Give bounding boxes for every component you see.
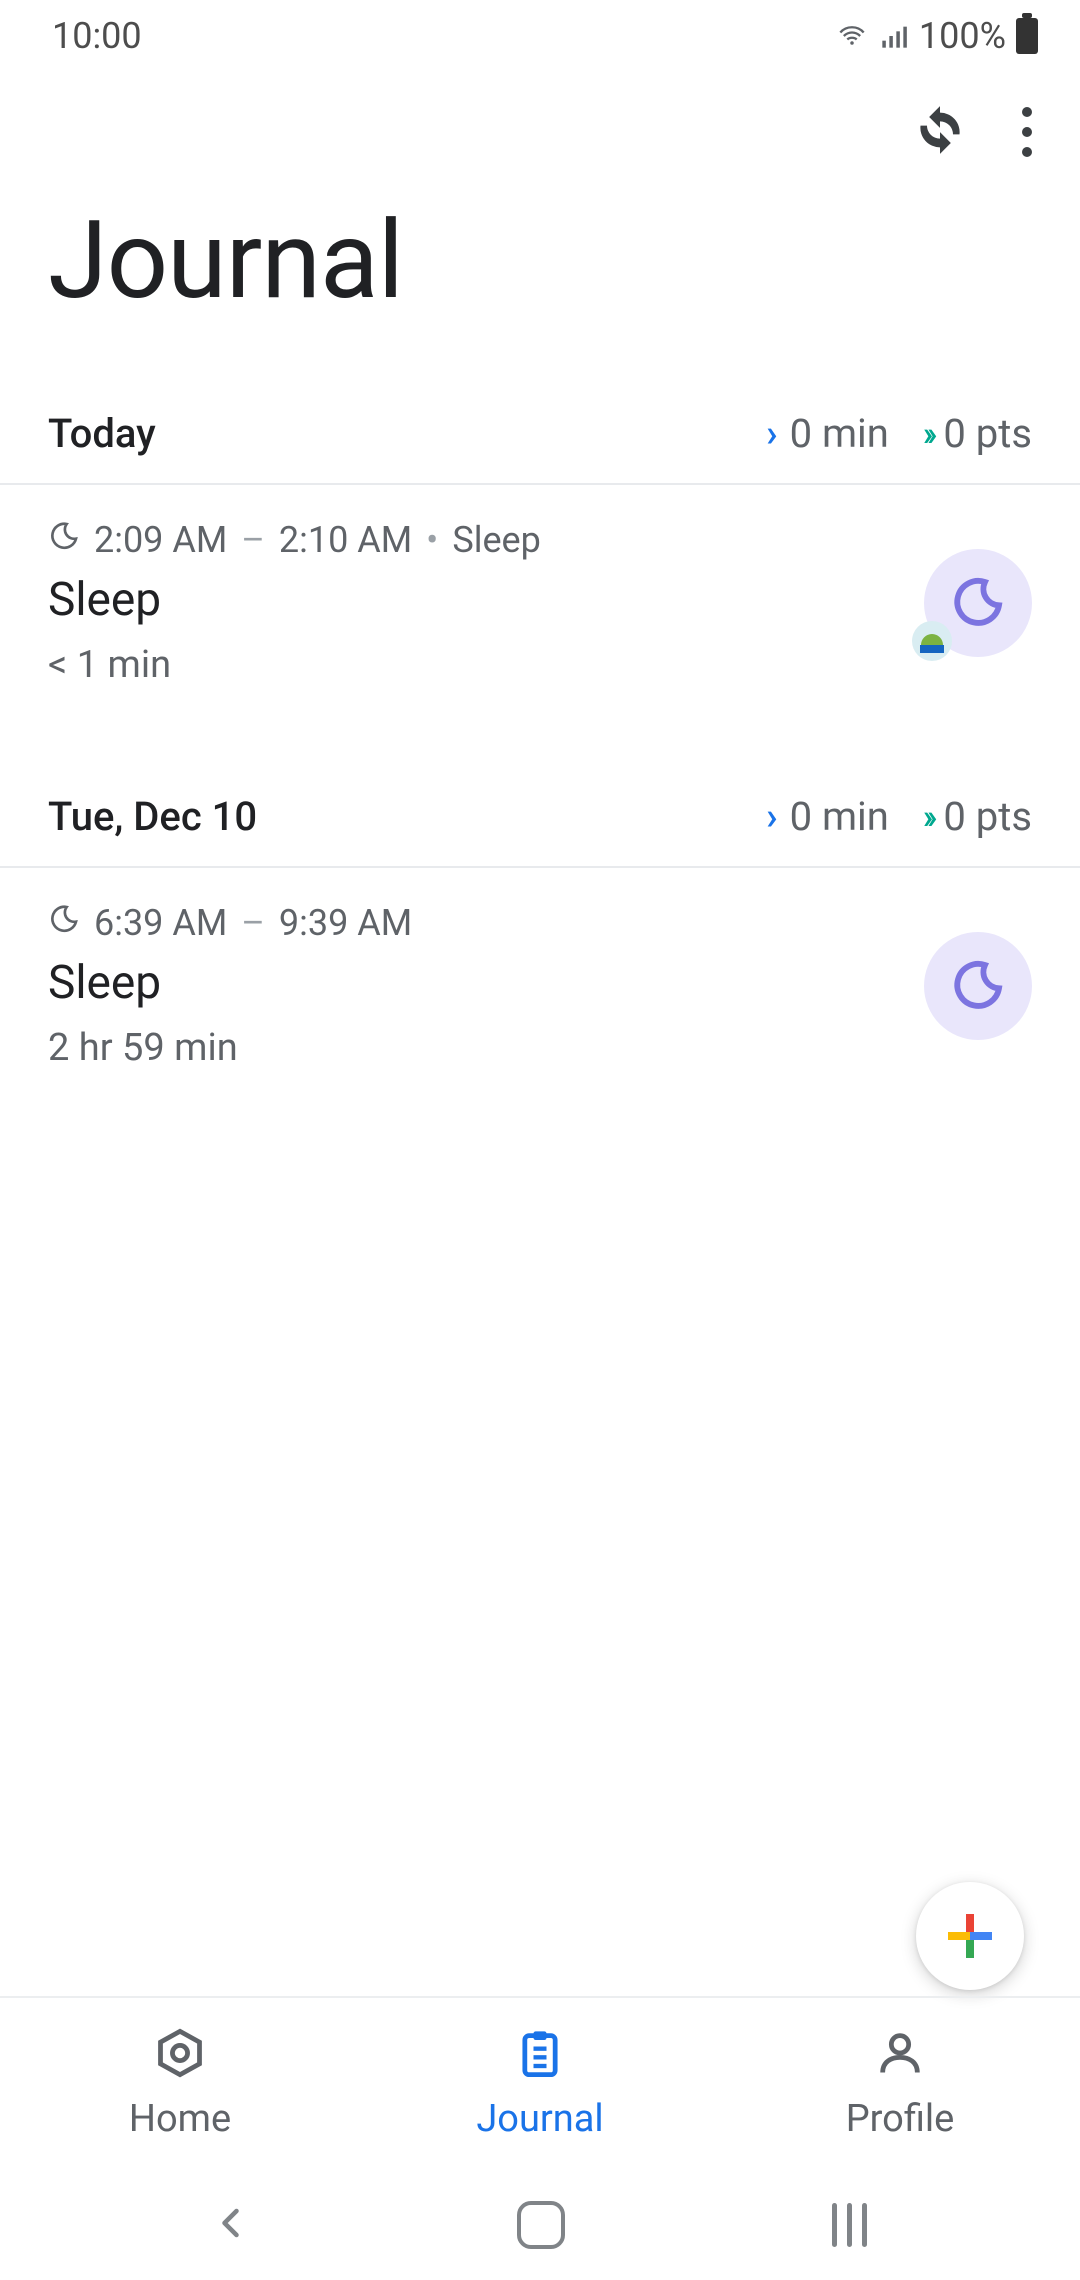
activity-badge [924, 549, 1032, 657]
journal-icon [514, 2027, 566, 2089]
status-right: 100% [835, 15, 1038, 57]
more-options-icon[interactable] [1022, 107, 1032, 157]
day-label: Today [48, 410, 156, 457]
top-actions [0, 72, 1080, 192]
entry-title: Sleep [48, 573, 541, 627]
separator-dot: • [426, 519, 438, 561]
wifi-icon [835, 22, 869, 50]
nav-label: Journal [476, 2097, 603, 2141]
double-chevron-icon: ›› [923, 414, 932, 454]
move-minutes-stat: › 0 min [766, 410, 889, 457]
heart-points-stat: ›› 0 pts [923, 793, 1032, 840]
nav-home[interactable]: Home [0, 1998, 360, 2170]
entry-title: Sleep [48, 956, 412, 1010]
day-label: Tue, Dec 10 [48, 793, 257, 840]
system-nav [0, 2170, 1080, 2280]
move-minutes-stat: › 0 min [766, 793, 889, 840]
chevron-icon: › [766, 795, 777, 839]
add-activity-fab[interactable] [916, 1882, 1024, 1990]
heart-points-stat: ›› 0 pts [923, 410, 1032, 457]
minutes-value: 0 min [790, 410, 889, 457]
nav-profile[interactable]: Profile [720, 1998, 1080, 2170]
day-stats: › 0 min ›› 0 pts [766, 793, 1032, 840]
entry-details: 6:39 AM – 9:39 AM Sleep 2 hr 59 min [48, 902, 412, 1070]
day-stats: › 0 min ›› 0 pts [766, 410, 1032, 457]
journal-entry[interactable]: 6:39 AM – 9:39 AM Sleep 2 hr 59 min [0, 868, 1080, 1114]
entry-time-row: 2:09 AM – 2:10 AM • Sleep [48, 519, 541, 561]
day-header[interactable]: Tue, Dec 10 › 0 min ›› 0 pts [0, 767, 1080, 866]
nav-journal[interactable]: Journal [360, 1998, 720, 2170]
entry-end-time: 9:39 AM [279, 902, 412, 944]
status-bar: 10:00 100% [0, 0, 1080, 72]
nav-label: Home [129, 2097, 231, 2141]
profile-icon [874, 2027, 926, 2089]
status-battery-text: 100% [919, 15, 1006, 57]
moon-small-icon [48, 519, 80, 561]
moon-small-icon [48, 902, 80, 944]
nav-label: Profile [846, 2097, 955, 2141]
sync-icon[interactable] [914, 104, 966, 160]
double-chevron-icon: ›› [923, 797, 932, 837]
bottom-nav: Home Journal Profile [0, 1996, 1080, 2170]
page-title: Journal [0, 192, 1080, 384]
entry-duration: < 1 min [48, 643, 541, 687]
journal-entry[interactable]: 2:09 AM – 2:10 AM • Sleep Sleep < 1 min [0, 485, 1080, 731]
minutes-value: 0 min [790, 793, 889, 840]
entry-start-time: 2:09 AM [94, 519, 227, 561]
system-recents-button[interactable] [832, 2203, 867, 2247]
home-icon [154, 2027, 206, 2089]
chevron-icon: › [766, 412, 777, 456]
points-value: 0 pts [943, 793, 1032, 840]
entry-details: 2:09 AM – 2:10 AM • Sleep Sleep < 1 min [48, 519, 541, 687]
plus-icon [948, 1914, 992, 1958]
status-time: 10:00 [52, 15, 142, 57]
system-back-button[interactable] [214, 2199, 250, 2251]
signal-icon [879, 22, 909, 50]
entry-time-row: 6:39 AM – 9:39 AM [48, 902, 412, 944]
activity-badge [924, 932, 1032, 1040]
dash: – [241, 902, 265, 944]
day-header[interactable]: Today › 0 min ›› 0 pts [0, 384, 1080, 483]
points-value: 0 pts [943, 410, 1032, 457]
battery-icon [1016, 18, 1038, 54]
entry-end-time: 2:10 AM [279, 519, 412, 561]
entry-type: Sleep [452, 519, 541, 561]
entry-start-time: 6:39 AM [94, 902, 227, 944]
entry-duration: 2 hr 59 min [48, 1026, 412, 1070]
source-app-badge [912, 621, 952, 661]
system-home-button[interactable] [517, 2201, 565, 2249]
dash: – [241, 519, 265, 561]
